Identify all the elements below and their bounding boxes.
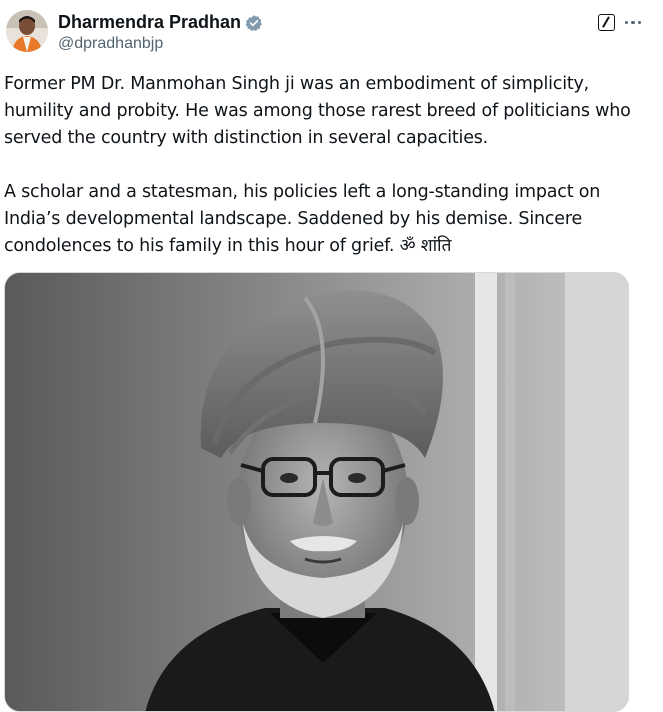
author-handle[interactable]: @dpradhanbjp — [58, 35, 163, 53]
tweet-header: Dharmendra Pradhan @dpradhanbjp — [0, 0, 663, 64]
tweet-text: Former PM Dr. Manmohan Singh ji was an e… — [4, 71, 656, 260]
verified-badge-icon — [245, 14, 263, 32]
header-actions — [597, 14, 641, 31]
author-display-name[interactable]: Dharmendra Pradhan — [58, 12, 241, 33]
tweet-photo[interactable] — [4, 272, 629, 712]
tweet-paragraph-2: A scholar and a statesman, his policies … — [4, 182, 601, 256]
tweet-paragraph-1: Former PM Dr. Manmohan Singh ji was an e… — [4, 74, 631, 148]
avatar[interactable] — [6, 10, 48, 52]
more-options-icon[interactable] — [624, 20, 641, 25]
author-name-row: Dharmendra Pradhan — [58, 12, 263, 33]
grok-icon[interactable] — [597, 14, 615, 31]
